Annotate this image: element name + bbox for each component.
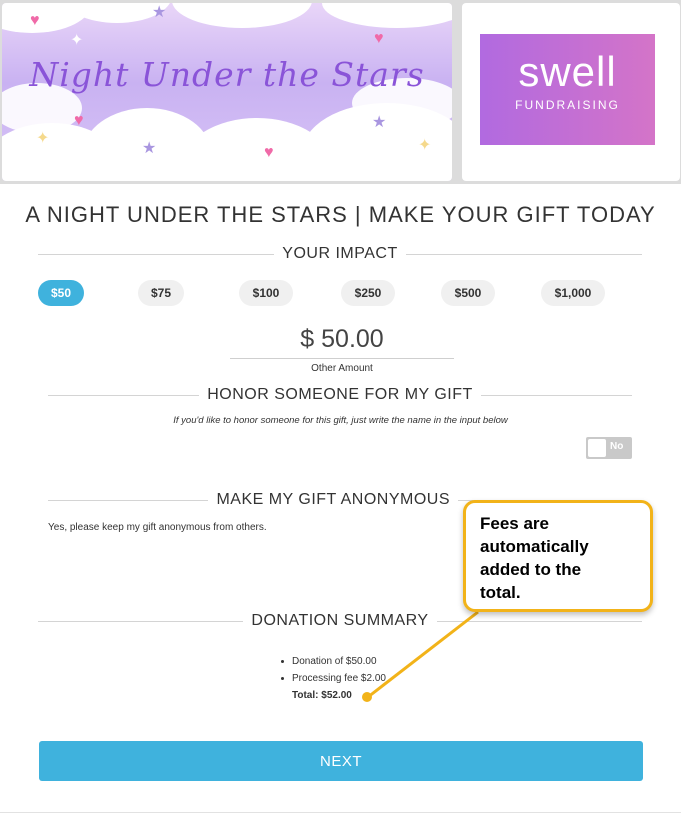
callout-box: Fees are automatically added to the tota…: [463, 500, 653, 612]
callout-line: total.: [480, 583, 521, 602]
callout-line: automatically: [480, 537, 589, 556]
callout-pointer: [362, 610, 479, 702]
callout-line: added to the: [480, 560, 582, 579]
callout-line: Fees are: [480, 514, 549, 533]
